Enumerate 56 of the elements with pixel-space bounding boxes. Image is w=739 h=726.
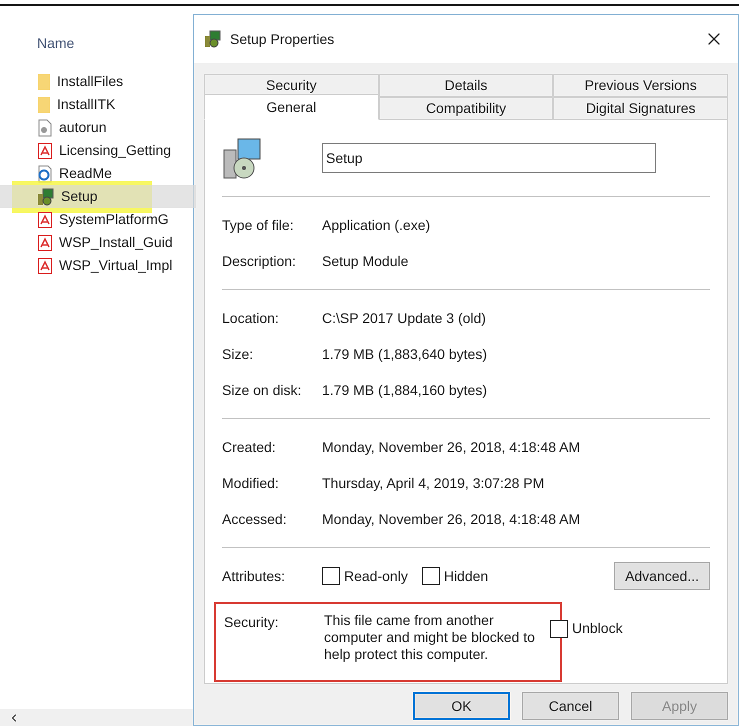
checkbox-label: Hidden [444,566,488,586]
file-item[interactable]: WSP_Install_Guid [0,231,196,254]
installer-icon [37,188,55,206]
property-value: Application (.exe) [322,216,430,235]
advanced-button[interactable]: Advanced... [614,562,710,590]
property-label: Attributes: [222,566,286,586]
web-page-icon [37,164,53,182]
property-label: Created: [222,438,277,456]
pdf-icon [37,210,53,228]
dialog-button[interactable]: OK [413,692,510,720]
file-name-field[interactable]: Setup [322,143,656,173]
file-icon [37,118,53,136]
checkbox-label: Read-only [344,566,408,586]
horizontal-scrollbar[interactable] [0,709,196,726]
security-message: This file came from another computer and might be blocked to help protect this computer. [324,612,536,664]
installer-icon [204,30,222,48]
checkbox-label: Unblock [572,619,623,638]
property-label: Type of file: [222,216,295,235]
property-label: Security: [224,613,280,632]
property-label: Accessed: [222,510,288,528]
tab[interactable]: Digital Signatures [553,97,728,120]
property-label: Size on disk: [222,380,302,400]
tab[interactable]: Compatibility [378,97,554,120]
tab[interactable]: General [204,94,379,120]
file-item[interactable]: InstallITK [0,93,196,116]
window-title: Setup Properties [230,30,334,49]
folder-icon [37,72,51,90]
checkbox[interactable] [322,567,340,585]
file-item[interactable]: WSP_Virtual_Impl [0,254,196,277]
property-value: Monday, November 26, 2018, 4:18:48 AM [322,510,580,529]
tab[interactable]: Previous Versions [553,74,728,97]
property-label: Description: [222,252,297,271]
file-item[interactable]: ReadMe [0,162,196,185]
pdf-icon [37,234,53,252]
file-item[interactable]: autorun [0,116,196,139]
file-item[interactable]: SystemPlatformG [0,208,196,231]
property-label: Location: [222,308,280,328]
folder-icon [37,96,51,114]
file-item[interactable]: Licensing_Getting [0,139,196,162]
tab[interactable]: Details [378,74,554,97]
property-value: Thursday, April 4, 2019, 3:07:28 PM [322,474,544,493]
property-label: Size: [222,344,254,364]
column-header[interactable]: Name [37,35,74,51]
dialog-button[interactable]: Cancel [522,692,619,720]
checkbox[interactable] [422,567,440,585]
pdf-icon [37,142,53,160]
property-value: Setup Module [322,252,408,271]
unblock-checkbox[interactable] [550,620,568,638]
pdf-icon [37,256,53,274]
file-item[interactable]: InstallFiles [0,70,196,93]
property-value: 1.79 MB (1,883,640 bytes) [322,344,487,364]
property-value: Monday, November 26, 2018, 4:18:48 AM [322,438,580,457]
file-item[interactable]: Setup [0,185,196,208]
property-label: Modified: [222,474,280,492]
property-value: 1.79 MB (1,884,160 bytes) [322,380,487,400]
property-value: C:\SP 2017 Update 3 (old) [322,308,486,328]
